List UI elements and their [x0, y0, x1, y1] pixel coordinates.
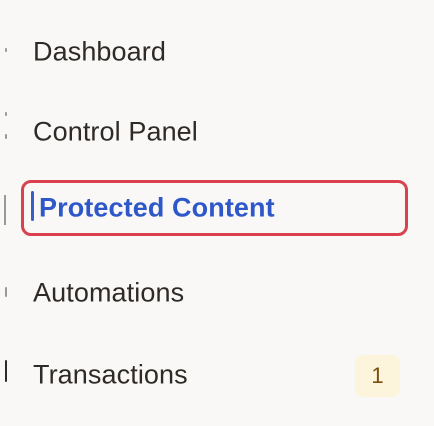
collapse-marker-icon — [4, 195, 6, 225]
count-badge: 1 — [355, 355, 400, 397]
sidebar-item-transactions[interactable]: Transactions 1 — [0, 347, 434, 403]
sidebar-item-label: Transactions — [33, 359, 188, 390]
collapse-marker-icon — [5, 287, 7, 297]
sidebar-item-dashboard[interactable]: Dashboard — [0, 24, 434, 80]
sidebar-item-label: Protected Content — [39, 192, 275, 223]
collapse-marker-icon — [5, 112, 7, 116]
sidebar-nav: Dashboard Control Panel Protected Conten… — [0, 0, 434, 426]
sidebar-item-protected-content[interactable]: Protected Content — [21, 180, 408, 236]
collapse-marker-icon — [5, 134, 7, 139]
collapse-marker-icon — [5, 360, 7, 382]
sidebar-item-automations[interactable]: Automations — [0, 265, 434, 321]
sidebar-item-label: Control Panel — [33, 116, 198, 147]
sidebar-item-label: Automations — [33, 277, 185, 308]
active-indicator — [31, 191, 34, 221]
sidebar-item-control-panel[interactable]: Control Panel — [0, 104, 434, 160]
sidebar-item-active[interactable]: Protected Content — [24, 183, 405, 233]
sidebar-item-label: Dashboard — [33, 36, 166, 67]
collapse-marker-icon — [5, 48, 7, 52]
